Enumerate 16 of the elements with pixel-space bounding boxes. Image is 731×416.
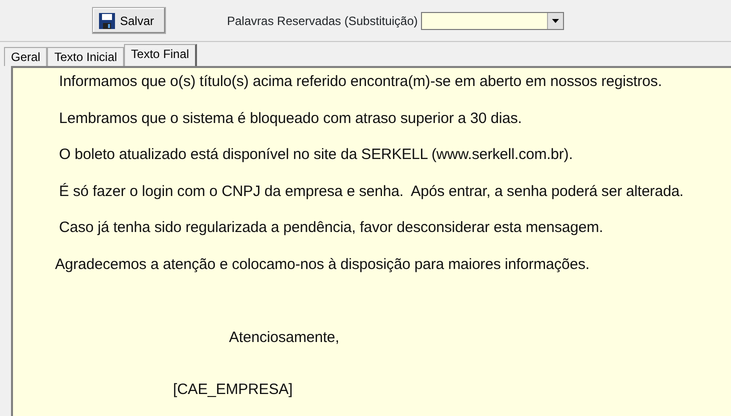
text-line: Caso já tenha sido regularizada a pendência, favor desconsiderar esta mensagem. xyxy=(59,219,604,236)
text-line: O boleto atualizado está disponível no site da SERKELL (www.serkell.com.br). xyxy=(59,146,573,164)
text-line: Informamos que o(s) título(s) acima referido encontra(m)-se em aberto em nossos registros. xyxy=(59,73,662,90)
tab[interactable]: Geral xyxy=(4,47,48,66)
text-line: Agradecemos a atenção e colocamo-nos à disposição para maiores informações. xyxy=(55,256,590,273)
reserved-words-dropdown[interactable] xyxy=(420,12,564,30)
save-button[interactable]: Salvar xyxy=(92,7,166,34)
text-line: Atenciosamente, xyxy=(229,329,340,346)
text-editor[interactable] xyxy=(11,66,731,416)
text-line: [CAE_EMPRESA] xyxy=(173,381,293,398)
dropdown-arrow-icon xyxy=(552,18,559,22)
text-line: Lembramos que o sistema é bloqueado com atraso superior a 30 dias. xyxy=(59,110,522,127)
tab[interactable]: Texto Inicial xyxy=(47,47,124,66)
field-label: Palavras Reservadas (Substituição) xyxy=(227,12,418,30)
text-line: É só fazer o login com o CNPJ da empresa e senha. Após entrar, a senha poderá ser alterada. xyxy=(59,182,684,200)
tab[interactable]: Texto Final xyxy=(124,44,198,66)
